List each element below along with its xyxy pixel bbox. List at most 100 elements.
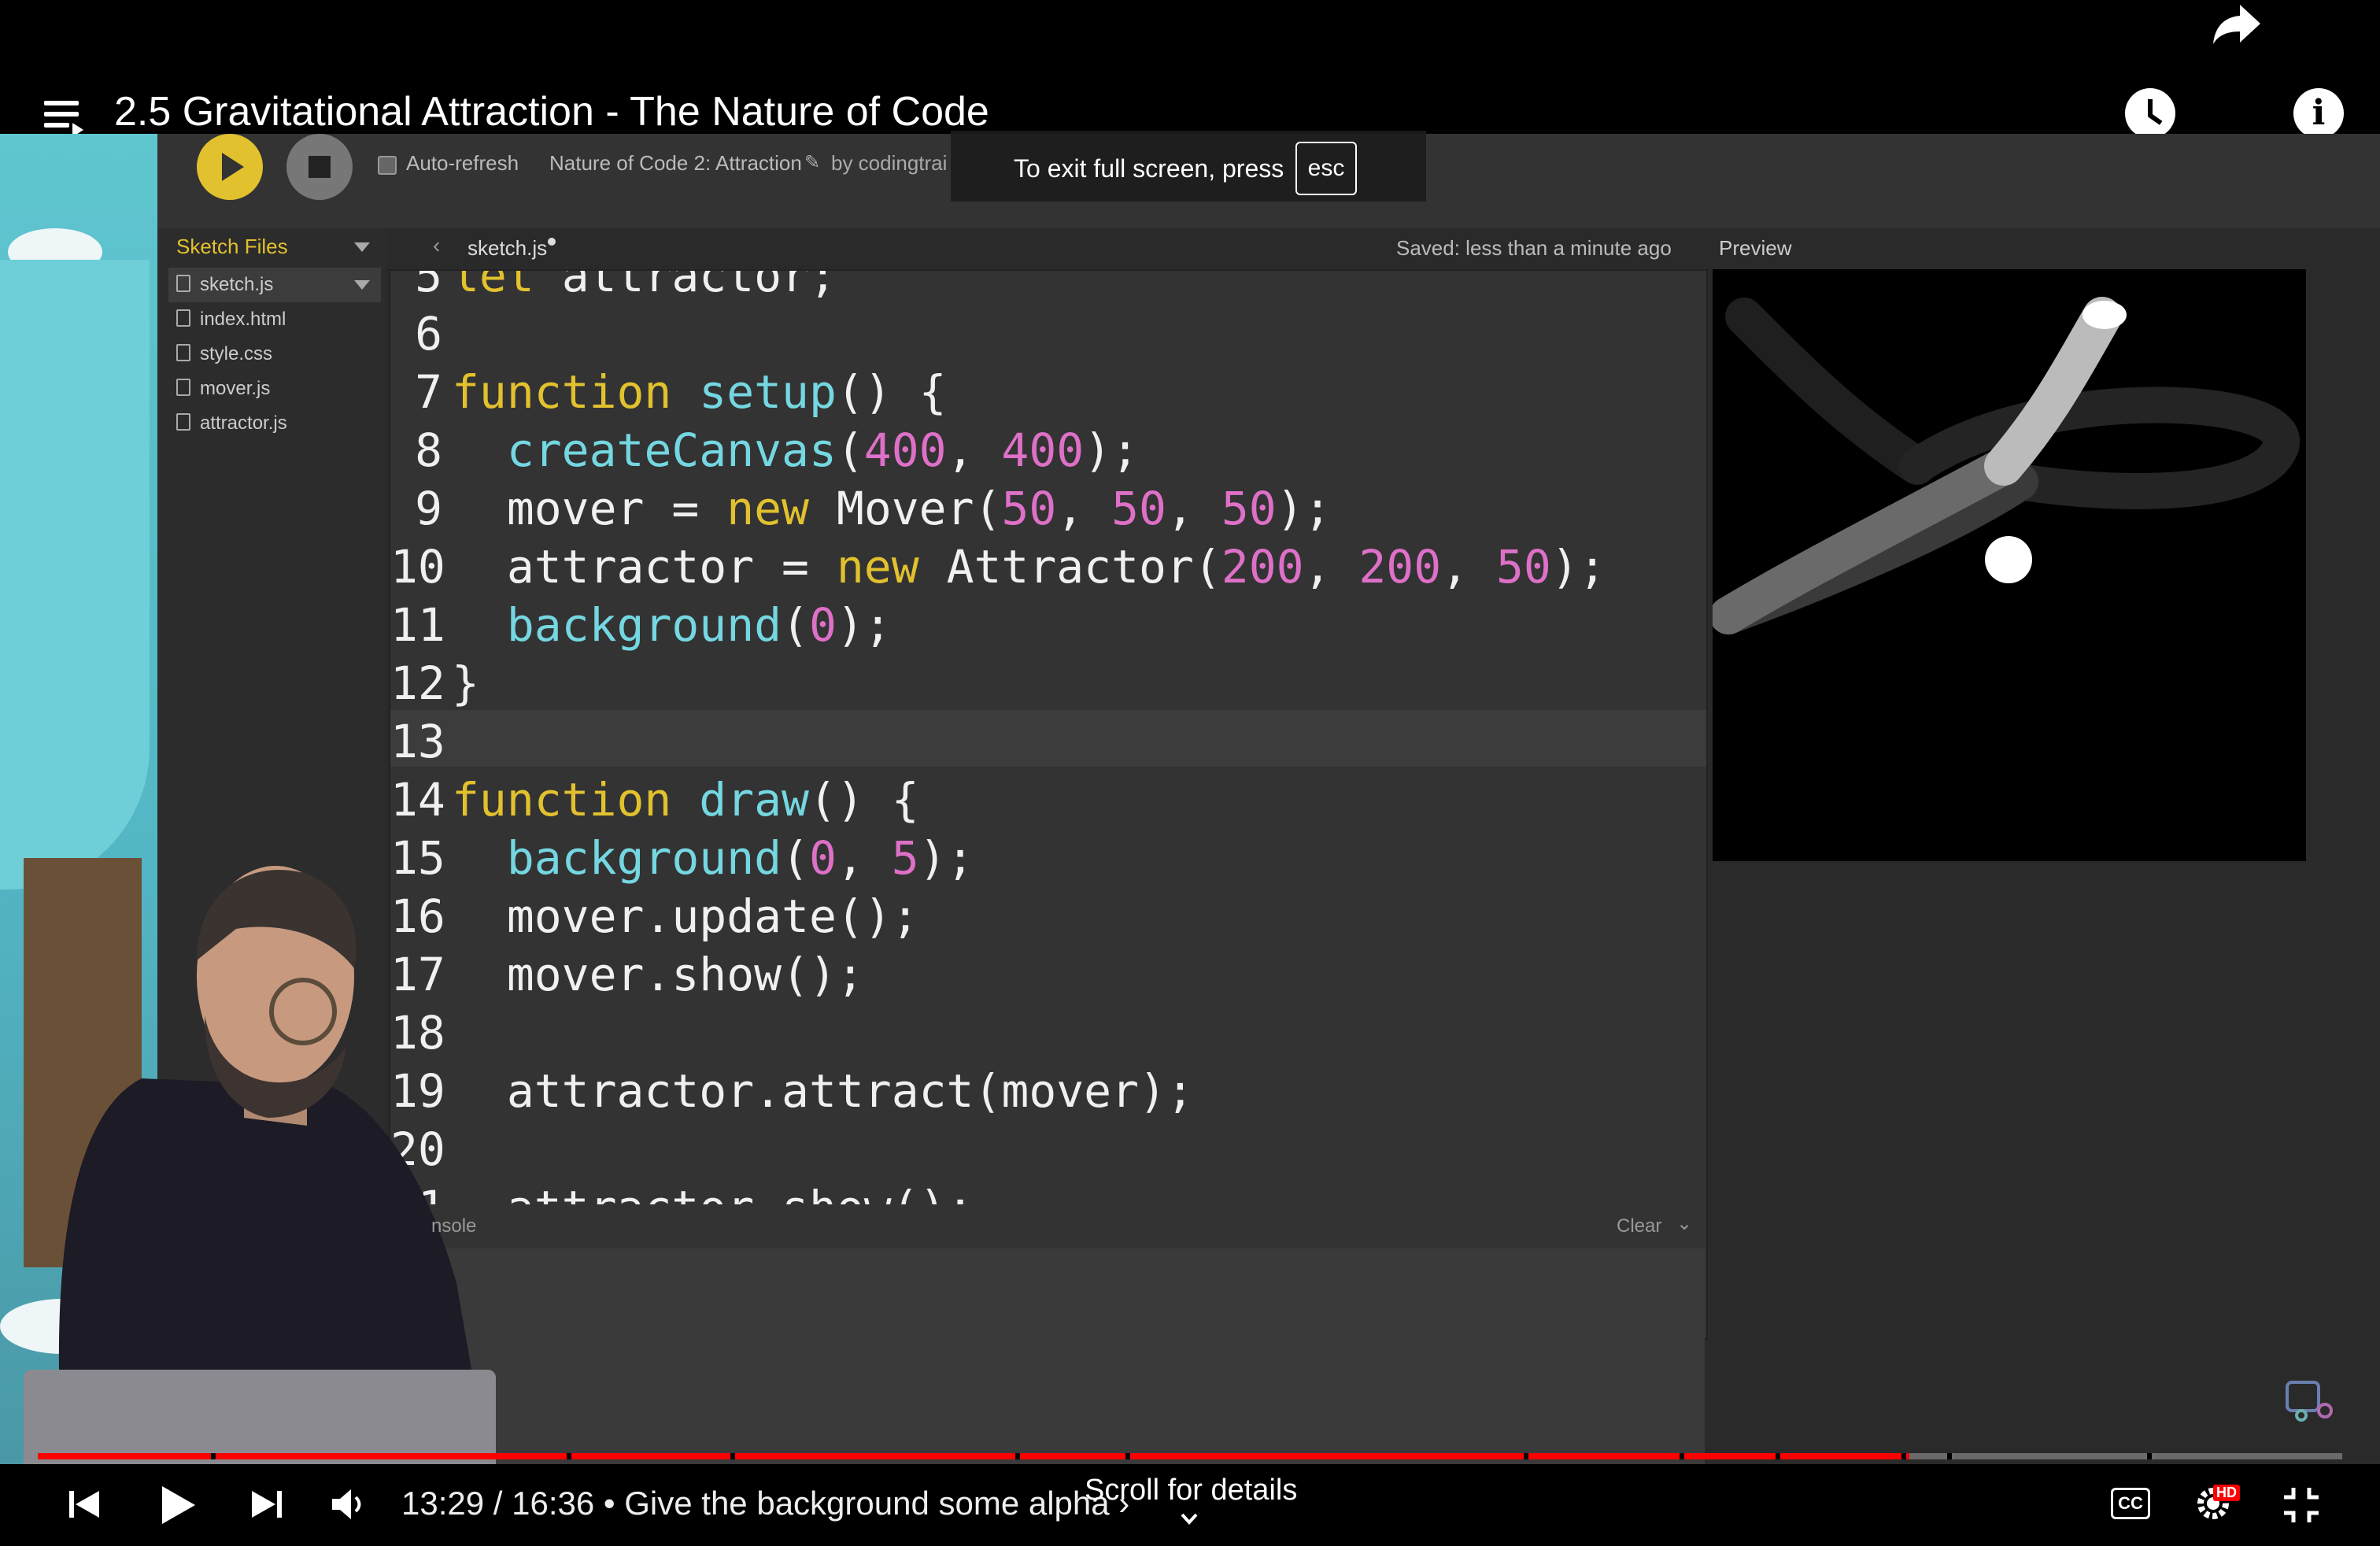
play-icon[interactable] bbox=[159, 1485, 197, 1526]
chevron-down-icon[interactable] bbox=[1181, 1510, 1198, 1527]
file-icon bbox=[176, 413, 190, 431]
chapter-marker bbox=[1524, 1453, 1528, 1459]
file-icon bbox=[176, 379, 190, 396]
esc-key-badge: esc bbox=[1295, 142, 1357, 195]
saved-status: Saved: less than a minute ago bbox=[1396, 236, 1672, 260]
unsaved-dot-icon bbox=[548, 238, 556, 246]
file-item-style-css[interactable]: style.css bbox=[176, 343, 272, 365]
chevron-down-icon[interactable] bbox=[354, 242, 370, 252]
console-clear-button[interactable]: Clear bbox=[1617, 1215, 1661, 1237]
code-text: background(0, 5); bbox=[506, 831, 974, 885]
preview-pane-background bbox=[1705, 874, 2380, 1464]
file-icon bbox=[176, 275, 190, 292]
channel-logo-icon[interactable] bbox=[2284, 1376, 2339, 1423]
chapter-marker bbox=[1776, 1453, 1780, 1459]
file-options-chevron-icon[interactable] bbox=[354, 280, 370, 290]
chapter-marker bbox=[211, 1453, 216, 1459]
scroll-for-details-hint[interactable]: Scroll for details bbox=[1085, 1474, 1297, 1507]
console-header bbox=[389, 1204, 1705, 1248]
preview-trail-drawing bbox=[1709, 297, 2300, 634]
code-text: mover.show(); bbox=[506, 948, 864, 1001]
console-label: nsole bbox=[431, 1215, 477, 1237]
sketch-preview-canvas bbox=[1709, 269, 2306, 861]
code-line[interactable]: 5 let attractor; bbox=[390, 269, 837, 304]
chapter-marker bbox=[1901, 1453, 1906, 1459]
code-text: mover = new Mover(50, 50, 50); bbox=[506, 482, 1332, 535]
sketch-name[interactable]: Nature of Code 2: Attraction bbox=[549, 151, 802, 176]
code-line[interactable]: 12} bbox=[390, 655, 479, 712]
code-text: background(0); bbox=[506, 598, 892, 652]
code-line[interactable]: 10 attractor = new Attractor(200, 200, 5… bbox=[390, 538, 1606, 595]
tab-sketch-js[interactable]: sketch.js bbox=[468, 236, 547, 261]
chapter-marker bbox=[1947, 1453, 1952, 1459]
volume-icon[interactable] bbox=[331, 1488, 368, 1521]
code-line[interactable]: 9 mover = new Mover(50, 50, 50); bbox=[390, 480, 1332, 537]
line-number: 6 bbox=[415, 307, 442, 361]
code-text: let attractor; bbox=[452, 269, 837, 302]
file-item-mover-js[interactable]: mover.js bbox=[176, 378, 270, 400]
progress-fill bbox=[38, 1453, 1909, 1459]
share-arrow-icon[interactable] bbox=[2210, 0, 2264, 47]
edit-pencil-icon[interactable]: ✎ bbox=[804, 151, 820, 174]
auto-refresh-label: Auto-refresh bbox=[406, 151, 519, 175]
collapse-sidebar-icon[interactable]: ‹ bbox=[433, 233, 440, 258]
hd-badge: HD bbox=[2213, 1485, 2240, 1501]
skip-next-icon[interactable] bbox=[250, 1488, 283, 1521]
skip-previous-icon[interactable] bbox=[68, 1488, 101, 1521]
code-text: function setup() { bbox=[452, 365, 947, 419]
line-number: 7 bbox=[415, 365, 442, 419]
code-text: attractor = new Attractor(200, 200, 50); bbox=[506, 540, 1606, 594]
sketch-author[interactable]: by codingtrai bbox=[831, 151, 957, 176]
file-item-sketch-js[interactable]: sketch.js bbox=[176, 274, 273, 296]
playlist-menu-icon[interactable] bbox=[44, 101, 83, 137]
exit-fullscreen-icon[interactable] bbox=[2281, 1485, 2322, 1526]
line-number: 9 bbox=[415, 482, 442, 535]
code-line[interactable]: 14 function draw() { bbox=[390, 771, 919, 828]
console-collapse-chevron-icon[interactable]: ⌄ bbox=[1676, 1212, 1692, 1235]
code-editor[interactable]: 5 let attractor; 6 7 function setup() {8 cre… bbox=[389, 269, 1708, 1340]
code-line[interactable]: 19 attractor.attract(mover); bbox=[390, 1063, 1194, 1119]
file-icon bbox=[176, 309, 190, 327]
code-line[interactable]: 8 createCanvas(400, 400); bbox=[390, 422, 1139, 479]
code-line[interactable]: 6 bbox=[390, 305, 452, 362]
code-line[interactable]: 7 function setup() { bbox=[390, 364, 947, 420]
captions-button[interactable]: CC bbox=[2111, 1488, 2150, 1519]
chapter-marker bbox=[1680, 1453, 1684, 1459]
line-number: 12 bbox=[390, 656, 445, 710]
chapter-marker bbox=[730, 1453, 735, 1459]
video-title[interactable]: 2.5 Gravitational Attraction - The Natur… bbox=[114, 88, 989, 135]
file-icon bbox=[176, 344, 190, 361]
active-line-highlight bbox=[390, 710, 1706, 767]
code-line[interactable]: 13 bbox=[390, 713, 452, 770]
code-text: function draw() { bbox=[452, 773, 919, 827]
time-and-chapter-text[interactable]: 13:29 / 16:36 • Give the background some… bbox=[401, 1485, 1129, 1522]
chapter-marker bbox=[1015, 1453, 1020, 1459]
sketch-files-header[interactable]: Sketch Files bbox=[176, 235, 288, 259]
line-number: 11 bbox=[390, 598, 445, 652]
line-number: 13 bbox=[390, 715, 445, 768]
code-text: attractor.attract(mover); bbox=[506, 1064, 1194, 1118]
laptop-with-stickers bbox=[24, 1370, 496, 1464]
chapter-marker bbox=[2147, 1453, 2152, 1459]
code-text: createCanvas(400, 400); bbox=[506, 423, 1140, 477]
line-number: 14 bbox=[390, 773, 445, 827]
code-text: mover.update(); bbox=[506, 890, 919, 943]
line-number: 10 bbox=[390, 540, 445, 594]
code-text: } bbox=[452, 656, 479, 710]
video-frame[interactable]: 5 let attractor; 6 7 function setup() {8 cre… bbox=[0, 134, 2380, 1464]
fullscreen-notice-text: To exit full screen, press bbox=[1014, 154, 1284, 183]
auto-refresh-checkbox[interactable] bbox=[378, 156, 397, 175]
file-item-attractor-js[interactable]: attractor.js bbox=[176, 412, 287, 435]
file-item-index-html[interactable]: index.html bbox=[176, 309, 286, 331]
code-line[interactable]: 11 background(0); bbox=[390, 597, 892, 653]
sketch-stop-button[interactable] bbox=[286, 134, 353, 200]
watch-later-clock-icon[interactable] bbox=[2125, 88, 2175, 139]
info-icon[interactable]: i bbox=[2293, 88, 2344, 139]
tree-canopy bbox=[0, 260, 150, 890]
chapter-marker bbox=[567, 1453, 571, 1459]
sketch-play-button[interactable] bbox=[197, 134, 263, 200]
line-number: 5 bbox=[415, 269, 442, 302]
preview-label: Preview bbox=[1719, 236, 1792, 260]
chapter-marker bbox=[1125, 1453, 1130, 1459]
line-number: 8 bbox=[415, 423, 442, 477]
